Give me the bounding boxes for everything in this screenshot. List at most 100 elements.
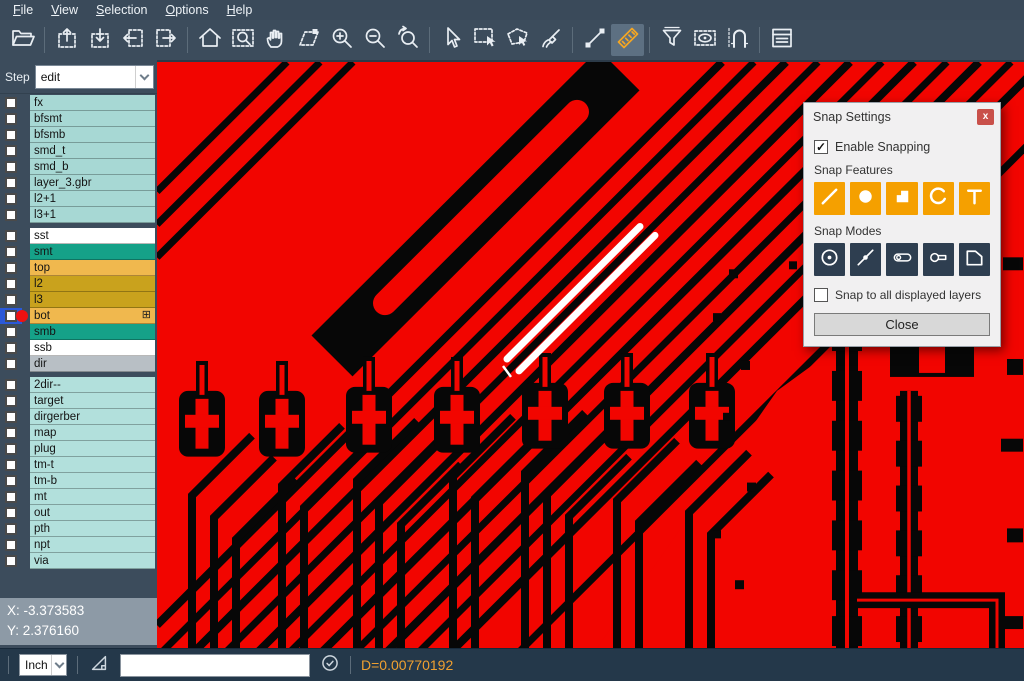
layer-row-smb[interactable]: smb <box>0 324 157 340</box>
step-dropdown[interactable]: edit <box>35 65 154 89</box>
layer-row-map[interactable]: map <box>0 425 157 441</box>
select-arrow-button[interactable] <box>435 24 468 56</box>
select-window-button[interactable] <box>468 24 501 56</box>
layer-visibility-checkbox[interactable] <box>5 507 17 519</box>
layer-visibility-checkbox[interactable] <box>5 395 17 407</box>
layer-row-top[interactable]: top <box>0 260 157 276</box>
layer-row-out[interactable]: out <box>0 505 157 521</box>
layer-row-tm-b[interactable]: tm-b <box>0 473 157 489</box>
layer-row-layer_3.gbr[interactable]: layer_3.gbr <box>0 175 157 191</box>
layer-row-dir[interactable]: dir <box>0 356 157 372</box>
open-folder-button[interactable] <box>6 24 39 56</box>
layer-row-2dir--[interactable]: 2dir-- <box>0 377 157 393</box>
snap-slot-closed-button[interactable] <box>886 243 917 276</box>
layer-visibility-checkbox[interactable] <box>5 161 17 173</box>
log-panel-button[interactable] <box>765 24 798 56</box>
layer-visibility-checkbox[interactable] <box>5 459 17 471</box>
clean-brush-button[interactable] <box>534 24 567 56</box>
layer-visibility-checkbox[interactable] <box>5 523 17 535</box>
layer-row-l3+1[interactable]: l3+1 <box>0 207 157 223</box>
select-polygon-button[interactable] <box>501 24 534 56</box>
filter-button[interactable] <box>655 24 688 56</box>
box-arrow-left-button[interactable] <box>116 24 149 56</box>
measure-line-button[interactable] <box>578 24 611 56</box>
layer-row-npt[interactable]: npt <box>0 537 157 553</box>
layer-visibility-checkbox[interactable] <box>5 262 17 274</box>
chevron-down-icon[interactable] <box>51 655 66 675</box>
layer-row-pth[interactable]: pth <box>0 521 157 537</box>
snap-text-button[interactable] <box>959 182 990 215</box>
layer-row-via[interactable]: via <box>0 553 157 569</box>
menu-view[interactable]: View <box>42 3 87 17</box>
layer-row-l3[interactable]: l3 <box>0 292 157 308</box>
layer-visibility-checkbox[interactable] <box>5 411 17 423</box>
ruler-button[interactable] <box>611 24 644 56</box>
box-arrow-down-button[interactable] <box>83 24 116 56</box>
layer-visibility-checkbox[interactable] <box>5 379 17 391</box>
grid-icon[interactable]: ⊞ <box>142 310 151 321</box>
pan-hand-button[interactable] <box>259 24 292 56</box>
layer-visibility-checkbox[interactable] <box>5 278 17 290</box>
layer-row-smd_b[interactable]: smd_b <box>0 159 157 175</box>
layer-row-plug[interactable]: plug <box>0 441 157 457</box>
layer-visibility-checkbox[interactable] <box>5 358 17 370</box>
box-arrow-right-button[interactable] <box>149 24 182 56</box>
unit-dropdown[interactable]: Inch <box>19 654 67 676</box>
layer-row-ssb[interactable]: ssb <box>0 340 157 356</box>
layer-visibility-checkbox[interactable] <box>5 145 17 157</box>
command-input[interactable] <box>120 654 310 677</box>
layer-row-bfsmb[interactable]: bfsmb <box>0 127 157 143</box>
close-icon[interactable]: x <box>977 109 994 125</box>
snap-magnet-button[interactable] <box>721 24 754 56</box>
layer-row-dirgerber[interactable]: dirgerber <box>0 409 157 425</box>
zoom-out-button[interactable] <box>358 24 391 56</box>
layer-row-smd_t[interactable]: smd_t <box>0 143 157 159</box>
layer-visibility-checkbox[interactable] <box>5 230 17 242</box>
snap-contour-button[interactable] <box>959 243 990 276</box>
zoom-window-button[interactable] <box>226 24 259 56</box>
layer-row-bot[interactable]: bot⊞ <box>0 308 157 324</box>
menu-selection[interactable]: Selection <box>87 3 156 17</box>
chevron-down-icon[interactable] <box>135 66 153 88</box>
layer-visibility-checkbox[interactable] <box>5 427 17 439</box>
layer-row-mt[interactable]: mt <box>0 489 157 505</box>
layer-row-target[interactable]: target <box>0 393 157 409</box>
snap-circle-button[interactable] <box>850 182 881 215</box>
close-button[interactable]: Close <box>814 313 990 336</box>
layer-row-bfsmt[interactable]: bfsmt <box>0 111 157 127</box>
snap-center-button[interactable] <box>814 243 845 276</box>
view-eye-button[interactable] <box>688 24 721 56</box>
snap-midpoint-button[interactable] <box>850 243 881 276</box>
snap-pad-button[interactable] <box>886 182 917 215</box>
layer-visibility-checkbox[interactable] <box>5 113 17 125</box>
layer-row-smt[interactable]: smt <box>0 244 157 260</box>
layer-visibility-checkbox[interactable] <box>5 193 17 205</box>
layer-visibility-checkbox[interactable] <box>5 555 17 567</box>
snap-slot-open-button[interactable] <box>923 243 954 276</box>
menu-options[interactable]: Options <box>156 3 217 17</box>
box-arrow-up-button[interactable] <box>50 24 83 56</box>
layer-row-sst[interactable]: sst <box>0 228 157 244</box>
zoom-in-button[interactable] <box>325 24 358 56</box>
layer-visibility-checkbox[interactable] <box>5 294 17 306</box>
home-button[interactable] <box>193 24 226 56</box>
layer-visibility-checkbox[interactable] <box>5 539 17 551</box>
layer-visibility-checkbox[interactable] <box>5 209 17 221</box>
layer-visibility-checkbox[interactable] <box>5 491 17 503</box>
layer-visibility-checkbox[interactable] <box>5 246 17 258</box>
apply-check-icon[interactable] <box>320 653 340 678</box>
layer-visibility-checkbox[interactable] <box>5 129 17 141</box>
zoom-previous-button[interactable] <box>391 24 424 56</box>
layer-visibility-checkbox[interactable] <box>5 443 17 455</box>
layer-row-l2[interactable]: l2 <box>0 276 157 292</box>
snap-all-layers-checkbox[interactable] <box>814 288 828 302</box>
layer-visibility-checkbox[interactable] <box>5 97 17 109</box>
zoom-selection-button[interactable] <box>292 24 325 56</box>
dialog-titlebar[interactable]: Snap Settings x <box>804 103 1000 130</box>
layer-visibility-checkbox[interactable] <box>5 177 17 189</box>
menu-file[interactable]: File <box>4 3 42 17</box>
layer-visibility-checkbox[interactable] <box>5 326 17 338</box>
layer-visibility-checkbox[interactable] <box>5 475 17 487</box>
menu-help[interactable]: Help <box>218 3 262 17</box>
snap-line-button[interactable] <box>814 182 845 215</box>
